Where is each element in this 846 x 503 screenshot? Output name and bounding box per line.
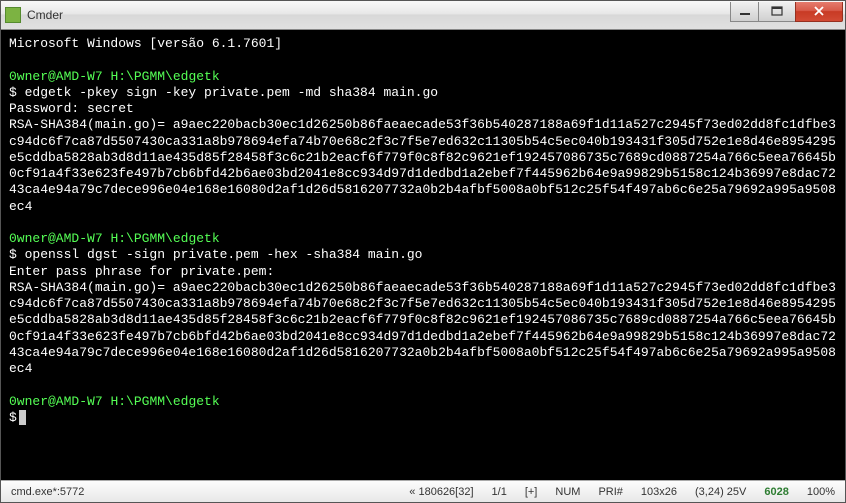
prompt-cursor-line: $ xyxy=(9,410,837,426)
hash-output: RSA-SHA384(main.go)= a9aec220bacb30ec1d2… xyxy=(9,117,837,215)
command-line: $ edgetk -pkey sign -key private.pem -md… xyxy=(9,85,837,101)
status-shell[interactable]: cmd.exe*:5772 xyxy=(7,486,88,498)
command-line: $ openssl dgst -sign private.pem -hex -s… xyxy=(9,247,837,263)
app-icon xyxy=(5,7,21,23)
status-pri: PRI# xyxy=(594,486,626,498)
status-insert: [+] xyxy=(521,486,542,498)
prompt-line: 0wner@AMD-W7 H:\PGMM\edgetk xyxy=(9,231,837,247)
status-col: 6028 xyxy=(760,486,792,498)
statusbar: cmd.exe*:5772 « 180626[32] 1/1 [+] NUM P… xyxy=(1,480,845,502)
prompt-line: 0wner@AMD-W7 H:\PGMM\edgetk xyxy=(9,394,837,410)
hash-output: RSA-SHA384(main.go)= a9aec220bacb30ec1d2… xyxy=(9,280,837,378)
window-controls xyxy=(731,2,845,22)
status-num: NUM xyxy=(551,486,584,498)
cursor-icon xyxy=(19,410,26,425)
prompt-line: 0wner@AMD-W7 H:\PGMM\edgetk xyxy=(9,69,837,85)
maximize-button[interactable] xyxy=(758,2,796,22)
status-chars: « 180626[32] xyxy=(405,486,477,498)
window-title: Cmder xyxy=(27,8,731,22)
titlebar: Cmder xyxy=(1,1,845,30)
status-lines: 1/1 xyxy=(488,486,511,498)
passphrase-line: Enter pass phrase for private.pem: xyxy=(9,264,837,280)
status-cursor: (3,24) 25V xyxy=(691,486,750,498)
banner-line: Microsoft Windows [versão 6.1.7601] xyxy=(9,36,837,52)
password-line: Password: secret xyxy=(9,101,837,117)
close-button[interactable] xyxy=(795,2,843,22)
status-pct: 100% xyxy=(803,486,839,498)
minimize-button[interactable] xyxy=(730,2,759,22)
terminal-output[interactable]: Microsoft Windows [versão 6.1.7601] 0wne… xyxy=(1,30,845,480)
status-size: 103x26 xyxy=(637,486,681,498)
